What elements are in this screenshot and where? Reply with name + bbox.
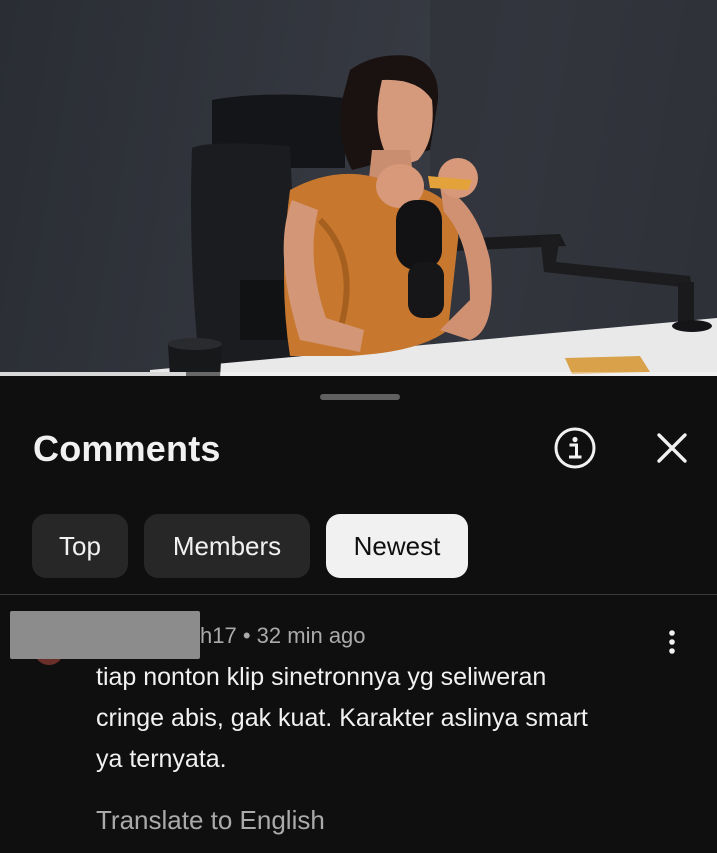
drag-handle[interactable] [320,394,400,400]
video-player[interactable] [0,0,717,376]
meta-separator: • [242,623,251,648]
comments-sheet: Comments Top Members Newest h17 • 32 min… [0,378,717,853]
chip-top[interactable]: Top [32,514,128,578]
close-icon[interactable] [650,426,694,470]
chip-newest[interactable]: Newest [326,514,468,578]
comment-time: 32 min ago [256,623,366,648]
comment-body: tiap nonton klip sinetronnya yg seliwera… [96,657,656,780]
comment-line: tiap nonton klip sinetronnya yg seliwera… [96,663,547,691]
video-progress-bar[interactable] [0,372,717,376]
comment-item: h17 • 32 min ago tiap nonton klip sinetr… [0,595,717,853]
info-icon[interactable] [553,426,597,470]
comment-line: ya ternyata. [96,745,227,773]
video-progress-fill [0,372,187,376]
comment-meta: h17 • 32 min ago [200,623,366,649]
comment-line: cringe abis, gak kuat. Karakter aslinya … [96,704,588,732]
author-handle-suffix[interactable]: h17 [200,623,237,648]
chip-members[interactable]: Members [144,514,310,578]
video-frame-illustration [150,0,717,376]
redacted-author-block [10,611,200,659]
translate-link[interactable]: Translate to English [96,805,325,836]
comments-title: Comments [33,428,221,469]
vertical-dots-icon[interactable] [660,629,684,655]
